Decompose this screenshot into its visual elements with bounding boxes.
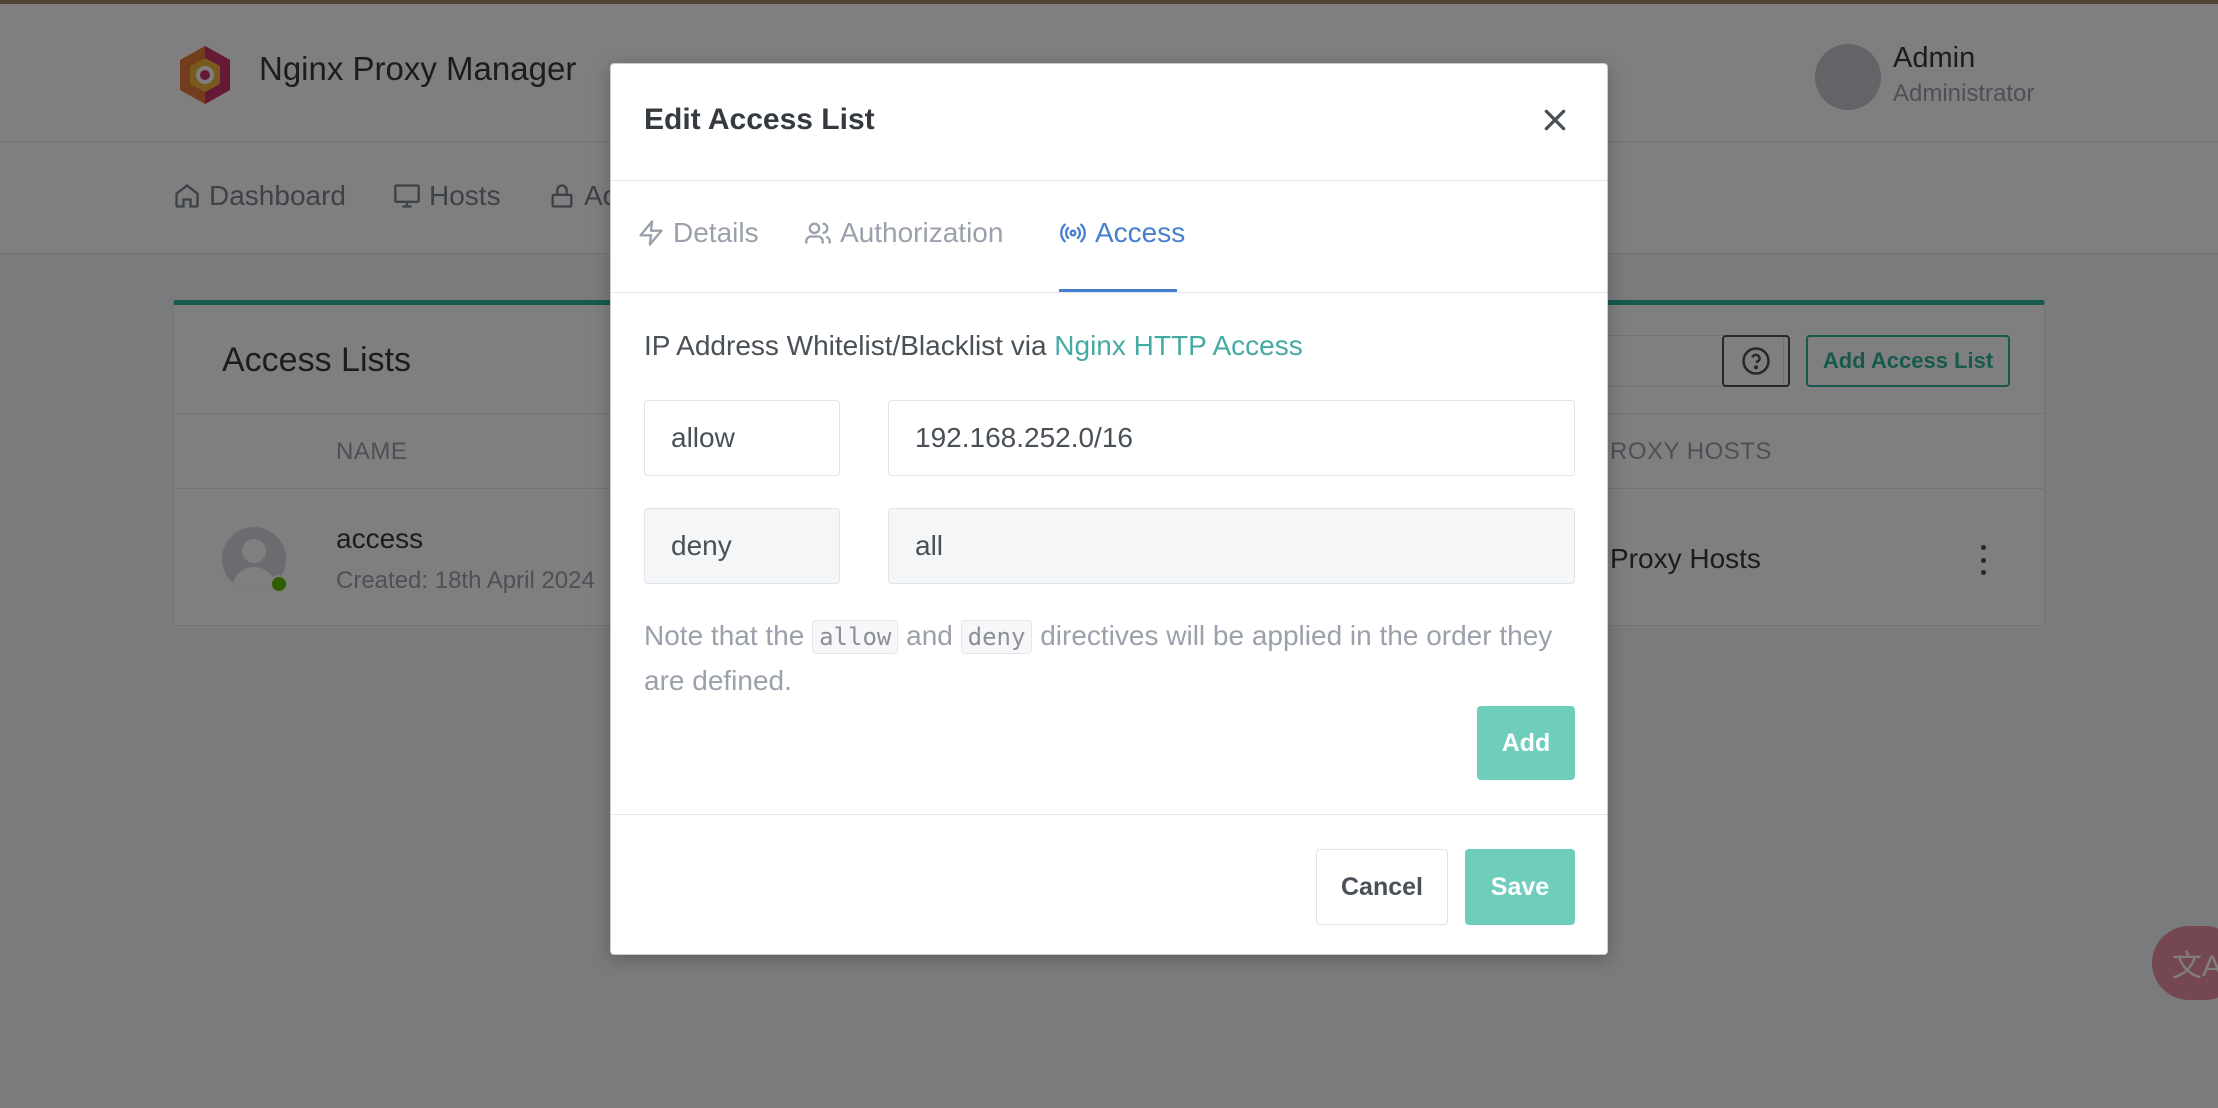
users-icon — [805, 222, 831, 244]
tab-label: Access — [1095, 217, 1186, 248]
rule-address-input[interactable]: 192.168.252.0/16 — [888, 400, 1575, 476]
tab-authorization[interactable]: Authorization — [804, 217, 1003, 249]
close-icon — [1544, 109, 1566, 131]
lightning-icon — [639, 220, 663, 246]
tab-access[interactable]: Access — [1059, 217, 1185, 249]
note-text: Note that the — [644, 620, 813, 651]
rule-address-input[interactable]: all — [888, 508, 1575, 584]
note-code-deny: deny — [960, 620, 1033, 654]
modal-title: Edit Access List — [644, 103, 875, 136]
access-intro-text: IP Address Whitelist/Blacklist via Nginx… — [644, 330, 1303, 362]
active-tab-indicator — [1059, 289, 1177, 292]
tab-label: Authorization — [840, 217, 1004, 248]
rule-directive-select[interactable]: allow — [644, 400, 840, 476]
add-rule-button[interactable]: Add — [1477, 706, 1575, 780]
tab-details[interactable]: Details — [637, 217, 759, 249]
tab-label: Details — [673, 217, 759, 248]
directive-order-note: Note that the allow and deny directives … — [644, 614, 1579, 703]
note-text: and — [898, 620, 961, 651]
edit-access-list-modal: Edit Access List Details Authorization A… — [610, 63, 1608, 955]
close-button[interactable] — [1535, 100, 1575, 140]
cancel-button[interactable]: Cancel — [1316, 849, 1448, 925]
broadcast-icon — [1060, 223, 1086, 243]
nginx-http-access-link[interactable]: Nginx HTTP Access — [1054, 330, 1302, 361]
modal-header: Edit Access List — [611, 64, 1607, 181]
modal-footer: Cancel Save — [611, 814, 1607, 956]
note-code-allow: allow — [812, 620, 899, 654]
rule-directive-select[interactable]: deny — [644, 508, 840, 584]
intro-prefix: IP Address Whitelist/Blacklist via — [644, 330, 1055, 361]
modal-tabs: Details Authorization Access — [611, 181, 1607, 293]
save-button[interactable]: Save — [1465, 849, 1575, 925]
